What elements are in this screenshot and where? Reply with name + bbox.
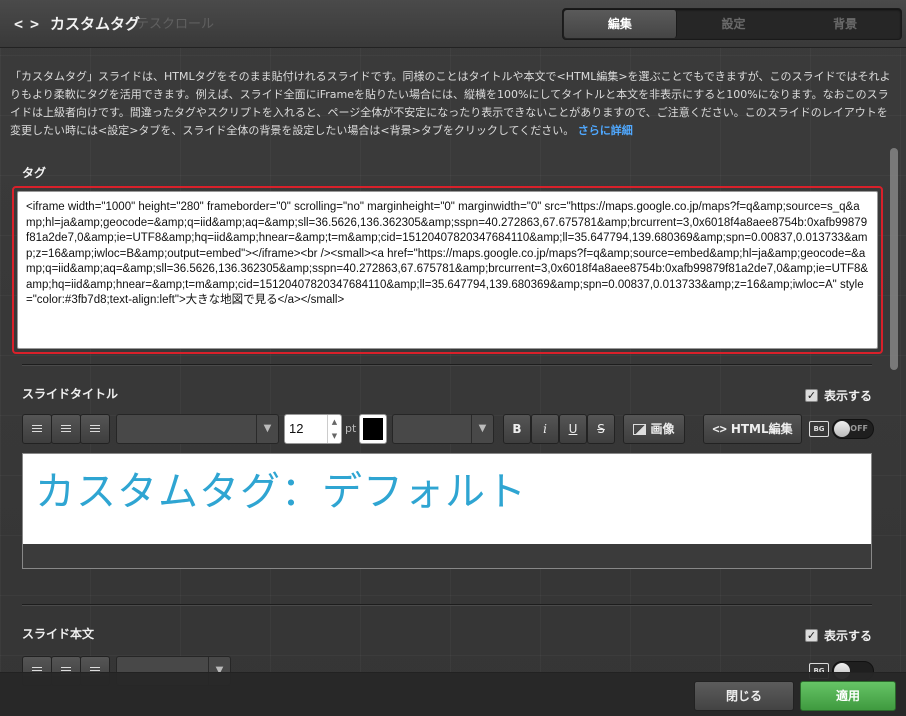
title-show-checkbox-row[interactable]: ✓ 表示する (805, 387, 872, 404)
bold-button[interactable]: B (503, 414, 531, 444)
align-left-icon (32, 425, 42, 434)
divider (22, 604, 872, 606)
title-show-checkbox[interactable]: ✓ (805, 389, 818, 402)
dialog-header: < > カスタムタグ テスクロール 編集 設定 背景 (0, 0, 906, 48)
html-edit-button[interactable]: <> HTML編集 (703, 414, 802, 444)
stepper-arrows-icon[interactable]: ▲ ▼ (327, 415, 341, 443)
preview-underlay (23, 544, 871, 568)
font-style-select[interactable]: ▼ (392, 414, 494, 444)
chevron-down-icon: ▼ (471, 415, 493, 443)
chevron-down-icon: ▼ (256, 415, 278, 443)
align-right-icon (90, 425, 100, 434)
bg-toggle[interactable]: OFF (832, 419, 874, 439)
background-ghost-text: テスクロール (136, 17, 215, 32)
align-center-button[interactable] (51, 414, 81, 444)
image-icon (633, 424, 647, 435)
font-size-value: 12 (289, 421, 304, 436)
tab-settings[interactable]: 設定 (678, 9, 790, 39)
underline-button[interactable]: U (559, 414, 587, 444)
code-icon: < > (14, 15, 39, 33)
title-preview-text: カスタムタグ：デフォルト (35, 469, 527, 515)
body-show-checkbox[interactable]: ✓ (805, 629, 818, 642)
image-button-label: 画像 (650, 422, 675, 436)
code-icon: <> (712, 422, 727, 436)
scrollbar[interactable] (890, 146, 900, 672)
align-center-icon (61, 425, 71, 434)
slide-title-label: スライドタイトル (22, 387, 119, 401)
tab-background[interactable]: 背景 (789, 9, 901, 39)
tab-bar: 編集 設定 背景 (562, 8, 902, 40)
title-preview[interactable]: カスタムタグ：デフォルト (22, 453, 872, 569)
toggle-knob (834, 421, 850, 437)
bg-toggle-group[interactable]: BG OFF (809, 417, 874, 441)
align-right-button[interactable] (80, 414, 110, 444)
bg-badge: BG (809, 421, 829, 437)
apply-button[interactable]: 適用 (800, 681, 896, 711)
align-left-button[interactable] (22, 414, 52, 444)
close-button[interactable]: 閉じる (694, 681, 794, 711)
font-family-select[interactable]: ▼ (116, 414, 279, 444)
edit-panel: タグ <iframe width="1000" height="280" fra… (0, 146, 906, 686)
body-show-label: 表示する (824, 629, 873, 643)
font-size-stepper[interactable]: 12 ▲ ▼ (284, 414, 342, 444)
slide-body-label: スライド本文 (22, 627, 95, 641)
description-text: 「カスタムタグ」スライドは、HTMLタグをそのまま貼付けれるスライドです。同様の… (10, 70, 891, 137)
italic-button[interactable]: i (531, 414, 559, 444)
scrollbar-thumb[interactable] (890, 148, 898, 370)
dialog-footer: 閉じる 適用 (0, 672, 906, 716)
tag-input-frame: <iframe width="1000" height="280" frameb… (12, 186, 883, 354)
tab-edit[interactable]: 編集 (564, 10, 677, 38)
custom-tag-dialog: < > カスタムタグ テスクロール 編集 設定 背景 「カスタムタグ」スライドは… (0, 0, 906, 716)
title-toolbar: ▼ 12 ▲ ▼ pt ▼ B i U S 画像 <> HTML編集 BG OF… (22, 414, 882, 444)
html-edit-label: HTML編集 (730, 422, 793, 436)
color-swatch (363, 418, 383, 440)
divider (22, 364, 872, 366)
text-color-picker[interactable] (359, 414, 387, 444)
body-show-checkbox-row[interactable]: ✓ 表示する (805, 627, 872, 644)
font-size-unit: pt (345, 422, 357, 435)
strikethrough-button[interactable]: S (587, 414, 615, 444)
tag-section-label: タグ (22, 166, 47, 180)
dialog-title: カスタムタグ (50, 15, 141, 33)
tag-textarea[interactable]: <iframe width="1000" height="280" frameb… (17, 191, 878, 349)
title-show-label: 表示する (824, 389, 873, 403)
toggle-state: OFF (850, 424, 868, 433)
description: 「カスタムタグ」スライドは、HTMLタグをそのまま貼付けれるスライドです。同様の… (10, 68, 896, 138)
image-button[interactable]: 画像 (623, 414, 685, 444)
more-details-link[interactable]: さらに詳細 (578, 124, 633, 137)
